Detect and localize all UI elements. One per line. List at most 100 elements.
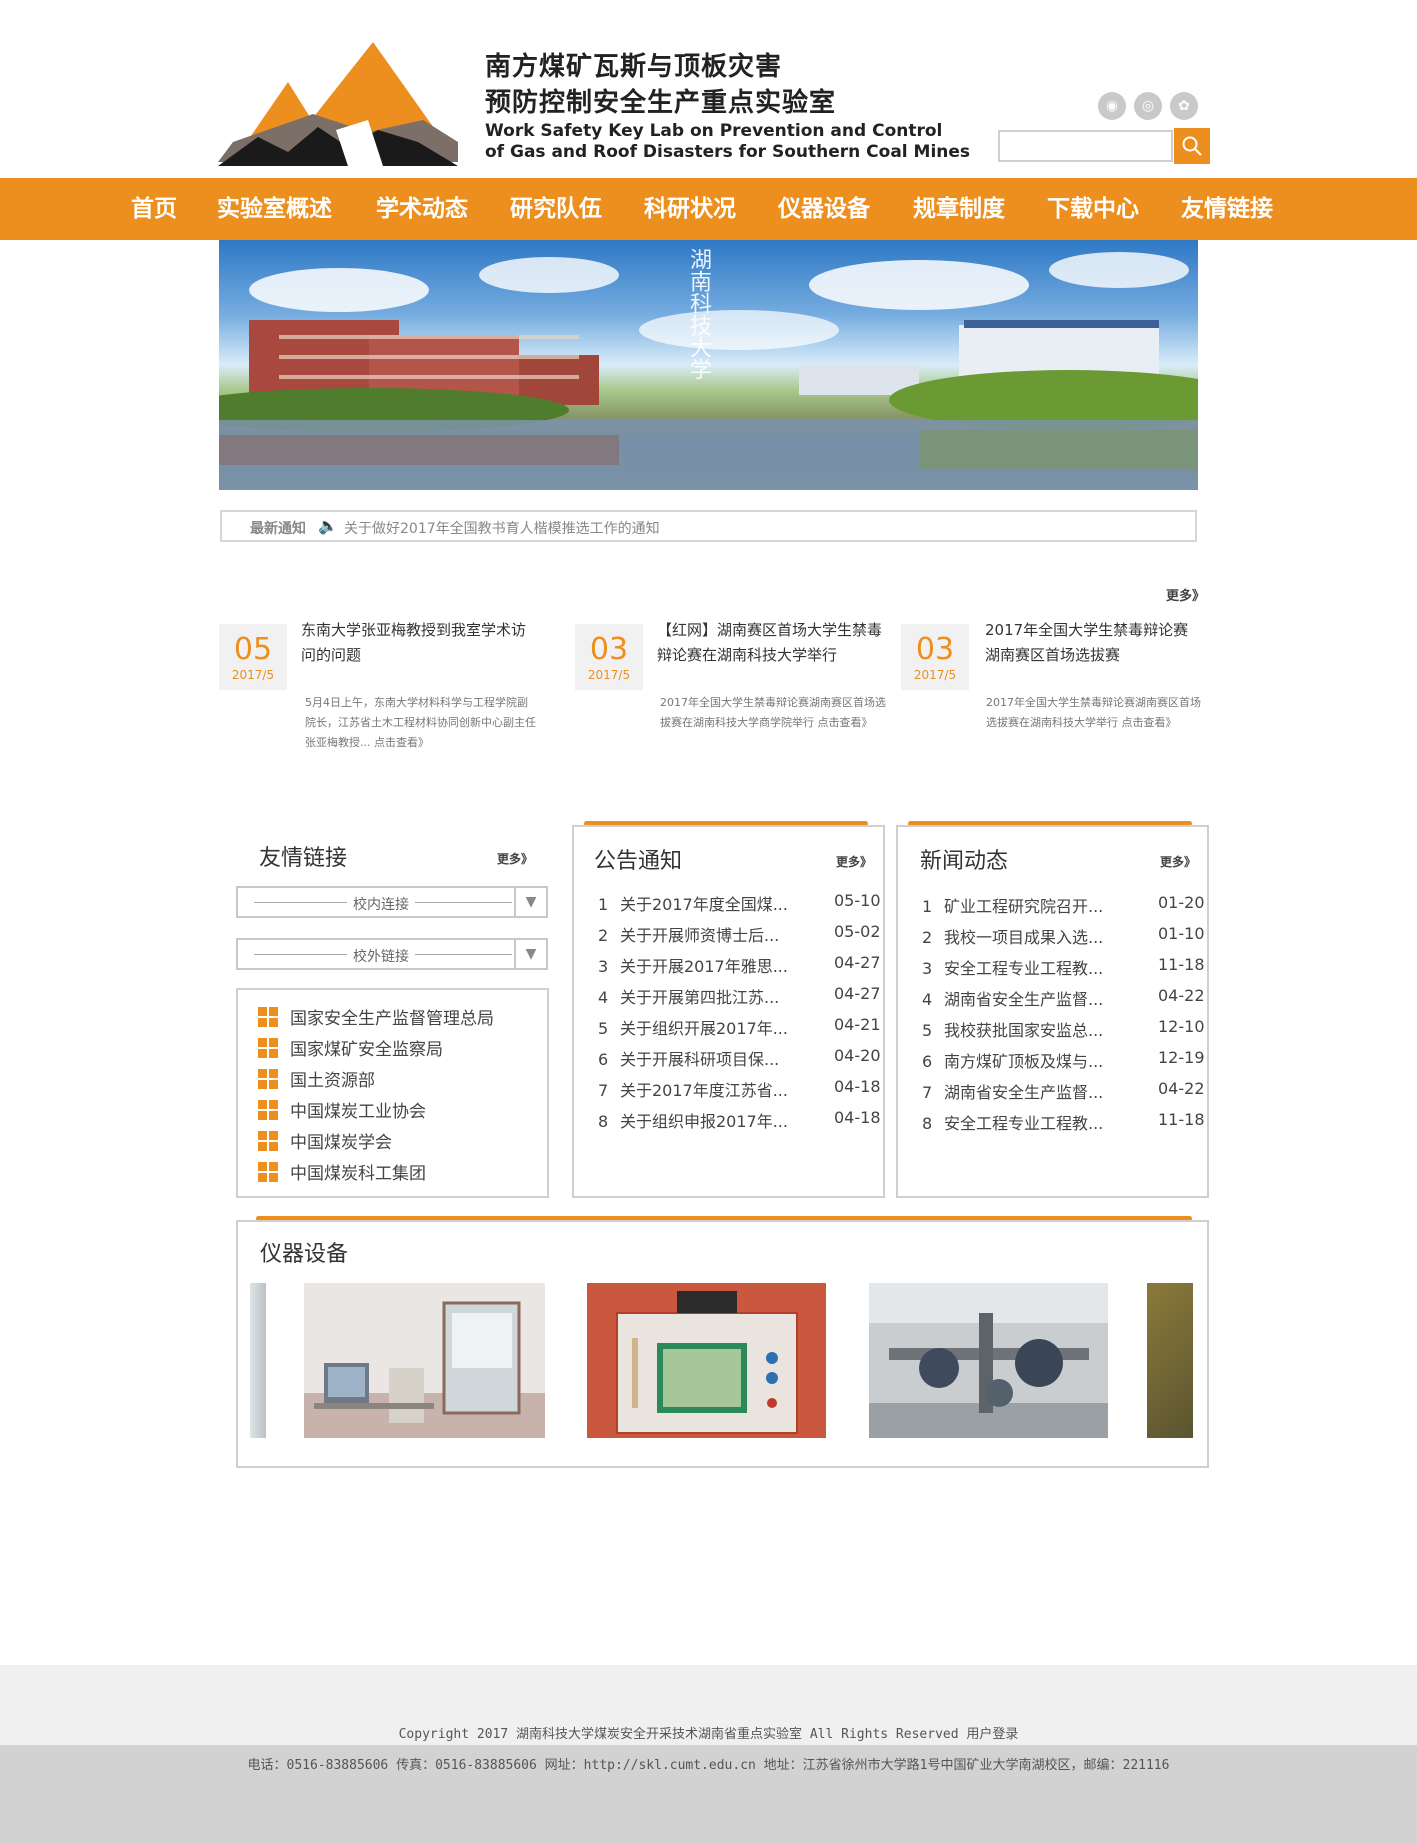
nav-item-team[interactable]: 研究队伍 bbox=[510, 178, 602, 240]
featured-title-2[interactable]: 【红网】湖南赛区首场大学生禁毒辩论赛在湖南科技大学举行 bbox=[657, 618, 887, 668]
links-more-link[interactable]: 更多》 bbox=[497, 850, 533, 867]
weibo-icon[interactable]: ◉ bbox=[1098, 92, 1126, 120]
news-panel-title: 新闻动态 bbox=[920, 849, 1009, 874]
item-title: 关于2017年度江苏省... bbox=[620, 1081, 788, 1100]
item-number: 5 bbox=[922, 1021, 933, 1040]
internal-links-select[interactable]: 校内连接 ▼ bbox=[236, 886, 548, 918]
featured-summary-3[interactable]: 2017年全国大学生禁毒辩论赛湖南赛区首场选拔赛在湖南科技大学举行 点击查看》 bbox=[986, 693, 1201, 733]
link-item[interactable]: 国土资源部 bbox=[258, 1066, 375, 1091]
item-number: 4 bbox=[922, 990, 933, 1009]
link-item[interactable]: 中国煤炭科工集团 bbox=[258, 1159, 426, 1184]
featured-summary-1[interactable]: 5月4日上午，东南大学材料科学与工程学院副院长，江苏省土木工程材料协同创新中心副… bbox=[305, 693, 537, 753]
featured-title-1[interactable]: 东南大学张亚梅教授到我室学术访问的问题 bbox=[301, 618, 531, 668]
notice-item[interactable]: 5 关于组织开展2017年... 04-21 bbox=[598, 1015, 881, 1039]
site-title-en-line1: Work Safety Key Lab on Prevention and Co… bbox=[485, 121, 943, 141]
item-date: 04-18 bbox=[834, 1077, 881, 1096]
date-day: 05 bbox=[233, 632, 273, 667]
external-links-select[interactable]: 校外链接 ▼ bbox=[236, 938, 548, 970]
link-item-label: 中国煤炭工业协会 bbox=[290, 1102, 426, 1122]
item-date: 04-21 bbox=[834, 1015, 881, 1034]
item-date: 04-22 bbox=[1158, 986, 1205, 1005]
links-panel-title: 友情链接 bbox=[259, 846, 348, 871]
item-date: 04-20 bbox=[834, 1046, 881, 1065]
nav-item-equipment[interactable]: 仪器设备 bbox=[778, 178, 870, 240]
link-item[interactable]: 中国煤炭工业协会 bbox=[258, 1097, 426, 1122]
contact-info: 电话：0516-83885606 传真：0516-83885606 网址：htt… bbox=[247, 1758, 1170, 1773]
item-date: 11-18 bbox=[1158, 955, 1205, 974]
search-input[interactable] bbox=[998, 130, 1173, 162]
equipment-photo-partial[interactable] bbox=[250, 1283, 266, 1438]
featured-more-link[interactable]: 更多》 bbox=[1166, 585, 1205, 604]
grid-icon bbox=[258, 1069, 278, 1089]
featured-date-3: 03 2017/5 bbox=[901, 624, 969, 690]
news-item[interactable]: 1 矿业工程研究院召开... 01-20 bbox=[922, 893, 1205, 917]
grid-icon bbox=[258, 1100, 278, 1120]
nav-item-home[interactable]: 首页 bbox=[131, 178, 177, 240]
featured-title-3[interactable]: 2017年全国大学生禁毒辩论赛湖南赛区首场选拔赛 bbox=[985, 618, 1200, 668]
chevron-down-icon: ▼ bbox=[514, 940, 546, 968]
notice-item[interactable]: 4 关于开展第四批江苏... 04-27 bbox=[598, 984, 881, 1008]
chevron-down-icon: ▼ bbox=[514, 888, 546, 916]
link-item[interactable]: 国家安全生产监督管理总局 bbox=[258, 1004, 494, 1029]
campus-banner: 湖南科技大学 bbox=[219, 240, 1198, 490]
nav-item-downloads[interactable]: 下载中心 bbox=[1047, 178, 1139, 240]
item-date: 04-22 bbox=[1158, 1079, 1205, 1098]
news-item[interactable]: 8 安全工程专业工程教... 11-18 bbox=[922, 1110, 1205, 1134]
search-button[interactable] bbox=[1174, 128, 1210, 164]
nav-item-overview[interactable]: 实验室概述 bbox=[217, 178, 332, 240]
lab-logo[interactable] bbox=[218, 42, 458, 166]
notice-panel: 公告通知 更多》 1 关于2017年度全国煤... 05-10 2 关于开展师资博士后… bbox=[572, 825, 885, 1198]
news-item[interactable]: 2 我校一项目成果入选... 01-10 bbox=[922, 924, 1205, 948]
link-item[interactable]: 中国煤炭学会 bbox=[258, 1128, 392, 1153]
notice-item[interactable]: 8 关于组织申报2017年... 04-18 bbox=[598, 1108, 881, 1132]
item-number: 3 bbox=[598, 957, 609, 976]
ticker-link[interactable]: 关于做好2017年全国教书育人楷模推选工作的通知 bbox=[344, 518, 660, 538]
search-icon bbox=[1182, 136, 1202, 156]
notice-item[interactable]: 3 关于开展2017年雅思... 04-27 bbox=[598, 953, 881, 977]
news-item[interactable]: 6 南方煤矿顶板及煤与... 12-19 bbox=[922, 1048, 1205, 1072]
site-title-cn-line2: 预防控制安全生产重点实验室 bbox=[485, 88, 837, 118]
site-title-en-line2: of Gas and Roof Disasters for Southern C… bbox=[485, 142, 971, 162]
news-item[interactable]: 7 湖南省安全生产监督... 04-22 bbox=[922, 1079, 1205, 1103]
banner-calligraphy: 湖南科技大学 bbox=[686, 248, 711, 380]
grid-icon bbox=[258, 1162, 278, 1182]
tencent-weibo-icon[interactable]: ◎ bbox=[1134, 92, 1162, 120]
external-links-label: 校外链接 bbox=[347, 949, 415, 965]
nav-item-academic[interactable]: 学术动态 bbox=[376, 178, 468, 240]
item-number: 4 bbox=[598, 988, 609, 1007]
link-item[interactable]: 国家煤矿安全监察局 bbox=[258, 1035, 443, 1060]
item-title: 我校一项目成果入选... bbox=[944, 928, 1104, 947]
main-nav: 首页 实验室概述 学术动态 研究队伍 科研状况 仪器设备 规章制度 下载中心 友… bbox=[0, 178, 1417, 240]
date-year-month: 2017/5 bbox=[231, 668, 275, 682]
item-title: 湖南省安全生产监督... bbox=[944, 990, 1104, 1009]
equipment-photo-1[interactable] bbox=[304, 1283, 545, 1438]
item-date: 05-10 bbox=[834, 891, 881, 910]
link-item-label: 中国煤炭学会 bbox=[290, 1133, 392, 1153]
notice-item[interactable]: 1 关于2017年度全国煤... 05-10 bbox=[598, 891, 881, 915]
nav-item-research[interactable]: 科研状况 bbox=[644, 178, 736, 240]
notice-item[interactable]: 6 关于开展科研项目保... 04-20 bbox=[598, 1046, 881, 1070]
news-item[interactable]: 5 我校获批国家安监总... 12-10 bbox=[922, 1017, 1205, 1041]
item-title: 南方煤矿顶板及煤与... bbox=[944, 1052, 1104, 1071]
news-more-link[interactable]: 更多》 bbox=[1160, 853, 1196, 870]
equipment-photo-partial[interactable] bbox=[1147, 1283, 1193, 1438]
featured-summary-2[interactable]: 2017年全国大学生禁毒辩论赛湖南赛区首场选拔赛在湖南科技大学商学院举行 点击查… bbox=[660, 693, 892, 733]
item-date: 01-20 bbox=[1158, 893, 1205, 912]
notice-item[interactable]: 7 关于2017年度江苏省... 04-18 bbox=[598, 1077, 881, 1101]
equipment-photo-3[interactable] bbox=[869, 1283, 1108, 1438]
news-item[interactable]: 3 安全工程专业工程教... 11-18 bbox=[922, 955, 1205, 979]
equipment-photo-2[interactable] bbox=[587, 1283, 826, 1438]
item-title: 湖南省安全生产监督... bbox=[944, 1083, 1104, 1102]
news-item[interactable]: 4 湖南省安全生产监督... 04-22 bbox=[922, 986, 1205, 1010]
site-title-cn-line1: 南方煤矿瓦斯与顶板灾害 bbox=[485, 52, 783, 82]
notice-item[interactable]: 2 关于开展师资博士后... 05-02 bbox=[598, 922, 881, 946]
nav-item-rules[interactable]: 规章制度 bbox=[913, 178, 1005, 240]
notice-more-link[interactable]: 更多》 bbox=[836, 853, 872, 870]
renren-icon[interactable]: ✿ bbox=[1170, 92, 1198, 120]
grid-icon bbox=[258, 1131, 278, 1151]
item-date: 12-19 bbox=[1158, 1048, 1205, 1067]
item-number: 8 bbox=[922, 1114, 933, 1133]
nav-item-links[interactable]: 友情链接 bbox=[1181, 178, 1273, 240]
equipment-panel-title: 仪器设备 bbox=[260, 1242, 349, 1267]
item-title: 我校获批国家安监总... bbox=[944, 1021, 1104, 1040]
